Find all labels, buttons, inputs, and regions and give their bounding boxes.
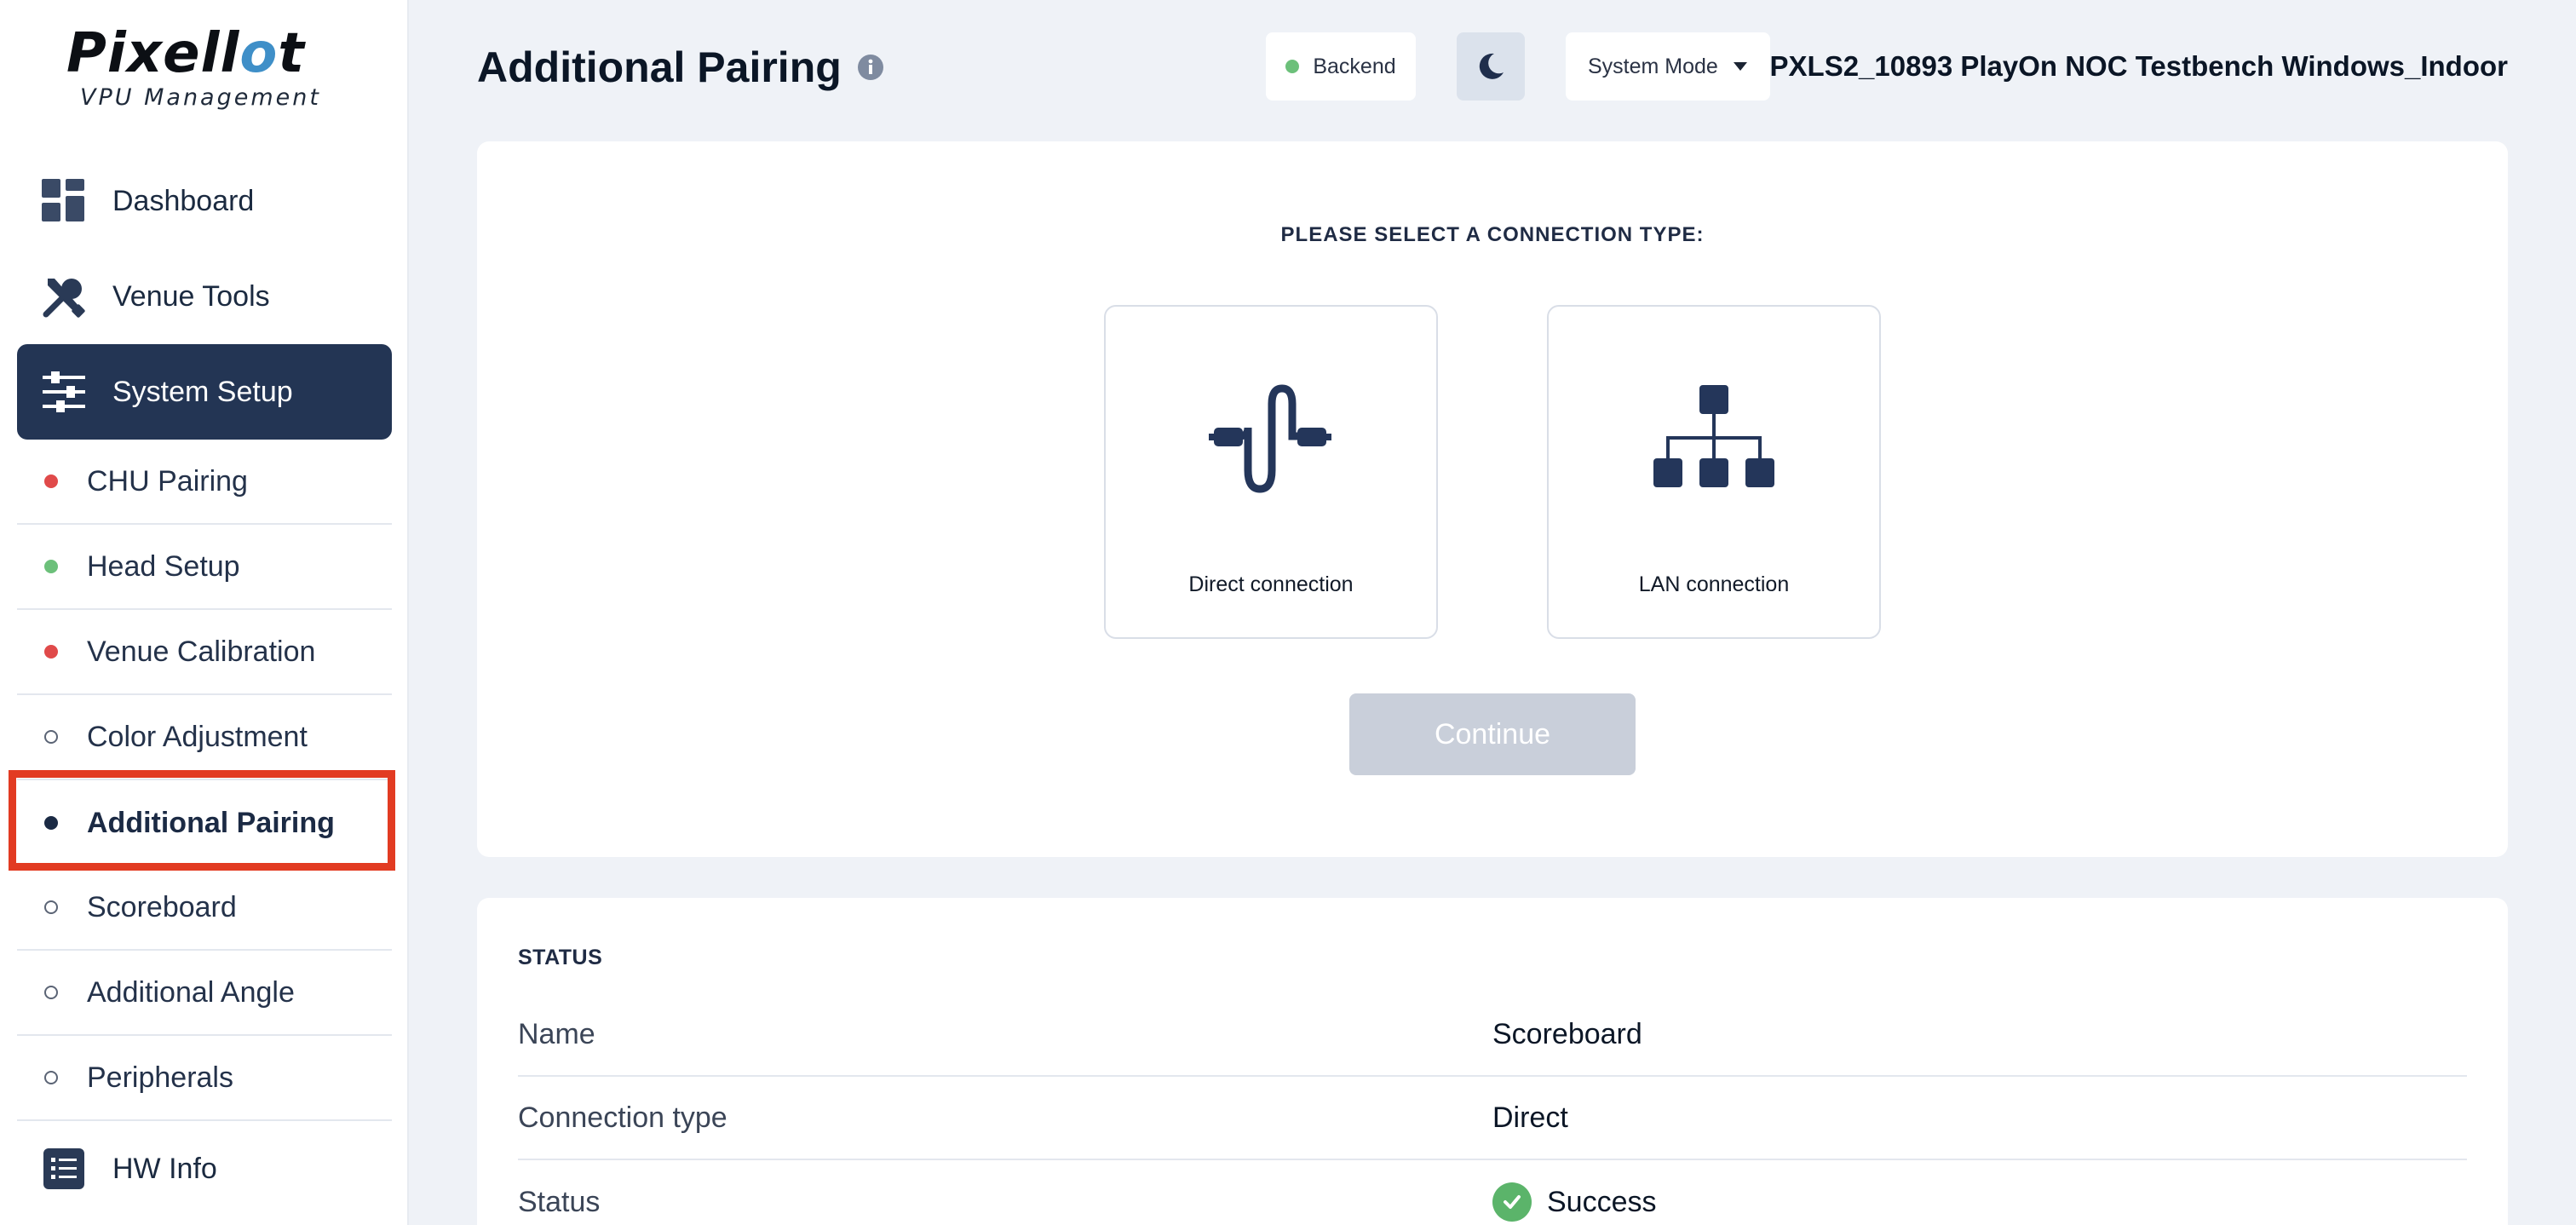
connection-type-heading: PLEASE SELECT A CONNECTION TYPE: [1280, 223, 1705, 246]
sub-item-label: Peripherals [87, 1061, 233, 1094]
option-label: Direct connection [1188, 572, 1354, 596]
option-label: LAN connection [1638, 572, 1790, 596]
sub-item-chu-pairing[interactable]: CHU Pairing [17, 440, 392, 525]
status-card: STATUS Name Scoreboard Connection type D… [477, 898, 2508, 1225]
backend-status-badge[interactable]: Backend [1266, 32, 1416, 101]
backend-status-dot [1285, 60, 1300, 73]
status-dot-empty [44, 730, 58, 744]
network-icon [1653, 385, 1774, 487]
status-dot-empty [44, 986, 58, 999]
backend-label: Backend [1313, 54, 1396, 78]
status-key: Status [518, 1185, 601, 1218]
sub-item-label: CHU Pairing [87, 464, 248, 497]
pixellot-logo: Pixellot VPU Management [66, 24, 339, 118]
status-dot-error [44, 645, 58, 659]
sub-item-label: Additional Angle [87, 975, 295, 1009]
system-mode-dropdown[interactable]: System Mode [1566, 32, 1770, 101]
continue-button[interactable]: Continue [1349, 693, 1636, 775]
grid-icon [41, 178, 87, 224]
cable-icon [1209, 384, 1331, 493]
nav-label: System Setup [112, 375, 293, 408]
status-key: Name [518, 1017, 595, 1050]
nav-label: Venue Tools [112, 279, 270, 313]
page-title-text: Additional Pairing [477, 43, 842, 91]
status-dot-ok [44, 560, 58, 573]
page-title: Additional Pairing [477, 37, 884, 97]
moon-icon [1479, 53, 1504, 79]
device-name: PXLS2_10893 PlayOn NOC Testbench Windows… [1769, 50, 2508, 82]
nav-dashboard[interactable]: Dashboard [17, 153, 392, 249]
list-icon [41, 1146, 87, 1192]
lan-connection-option[interactable]: LAN connection [1547, 305, 1881, 639]
logo-text: Pixell [66, 22, 240, 85]
sub-item-color-adjustment[interactable]: Color Adjustment [17, 695, 392, 780]
status-row-status: Status Success [518, 1160, 2467, 1225]
sub-item-scoreboard[interactable]: Scoreboard [17, 866, 392, 951]
status-dot-current [44, 816, 58, 830]
check-icon [1492, 1182, 1532, 1222]
status-row-connection-type: Connection type Direct [518, 1077, 2467, 1160]
status-dot-error [44, 474, 58, 488]
sub-item-head-setup[interactable]: Head Setup [17, 525, 392, 610]
logo-accent-letter: o [239, 22, 279, 85]
sub-item-venue-calibration[interactable]: Venue Calibration [17, 610, 392, 695]
logo-text-tail: t [278, 22, 305, 85]
sliders-icon [41, 369, 87, 415]
logo-subtitle: VPU Management [80, 84, 321, 111]
sub-item-label: Venue Calibration [87, 635, 316, 668]
status-dot-empty [44, 1071, 58, 1084]
status-value: Success [1492, 1182, 1657, 1222]
nav-system-setup[interactable]: System Setup [17, 344, 392, 440]
direct-connection-option[interactable]: Direct connection [1104, 305, 1438, 639]
status-heading: STATUS [518, 946, 603, 969]
sub-item-additional-angle[interactable]: Additional Angle [17, 951, 392, 1036]
sub-item-label: Color Adjustment [87, 720, 308, 753]
status-value-text: Success [1547, 1185, 1657, 1218]
info-icon[interactable] [857, 54, 884, 81]
nav-label: HW Info [112, 1152, 217, 1185]
sub-item-peripherals[interactable]: Peripherals [17, 1036, 392, 1121]
tools-icon [41, 273, 87, 319]
status-key: Connection type [518, 1101, 727, 1134]
nav-venue-tools[interactable]: Venue Tools [17, 249, 392, 344]
sub-item-label: Additional Pairing [87, 806, 335, 839]
sub-item-label: Head Setup [87, 549, 240, 583]
system-mode-value: System Mode [1588, 54, 1718, 78]
status-value: Scoreboard [1492, 1017, 1642, 1050]
status-value: Direct [1492, 1101, 1568, 1134]
nav-hw-info[interactable]: HW Info [17, 1121, 392, 1216]
sidebar: Pixellot VPU Management Dashboard Venue … [0, 0, 409, 1225]
sub-item-additional-pairing[interactable]: Additional Pairing [17, 780, 392, 866]
dark-mode-toggle[interactable] [1457, 32, 1525, 101]
nav-label: Dashboard [112, 184, 255, 217]
status-dot-empty [44, 900, 58, 914]
chevron-down-icon [1733, 62, 1747, 71]
sub-item-label: Scoreboard [87, 890, 237, 923]
status-row-name: Name Scoreboard [518, 993, 2467, 1077]
